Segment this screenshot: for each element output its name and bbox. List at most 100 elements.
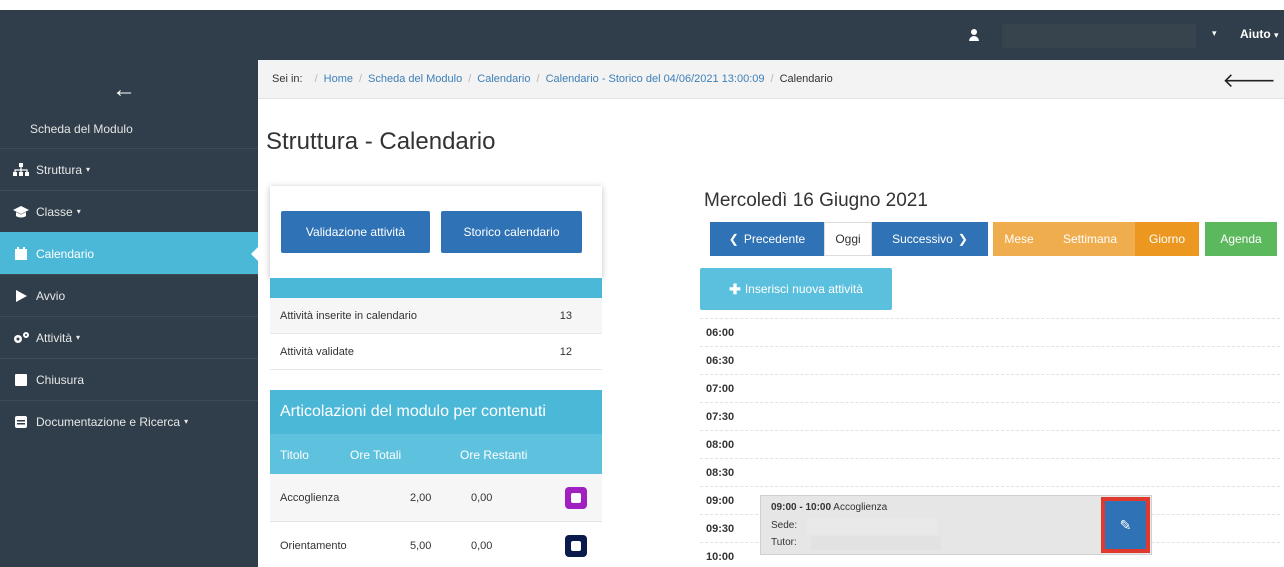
time-label: 09:00	[706, 495, 735, 507]
event-title: Accoglienza	[833, 502, 888, 513]
chevron-down-icon: ▾	[1274, 30, 1279, 40]
row-total: 2,00	[410, 492, 432, 504]
sidebar-item-label: Classe	[36, 204, 73, 219]
stat-label: Attività inserite in calendario	[280, 309, 417, 322]
plus-icon: ✚	[729, 280, 741, 297]
calendar-event[interactable]: 09:00 - 10:00 Accoglienza Sede: Tutor:	[760, 495, 1152, 555]
sidebar-item-documentazione[interactable]: Documentazione e Ricerca ▾	[0, 400, 258, 442]
time-label: 06:30	[706, 355, 735, 367]
breadcrumb-separator: /	[536, 73, 540, 85]
sidebar-item-chiusura[interactable]: Chiusura	[0, 358, 258, 400]
stats-header	[270, 278, 602, 298]
new-activity-label: Inserisci nuova attività	[744, 282, 863, 296]
sidebar-item-label: Attività	[36, 330, 73, 345]
event-tutor-redaction	[811, 536, 941, 550]
breadcrumb-link-storico[interactable]: Calendario - Storico del 04/06/2021 13:0…	[546, 73, 765, 85]
agenda-view-button[interactable]: Agenda	[1205, 222, 1277, 256]
event-sede-redaction	[807, 518, 937, 534]
pencil-icon: ✎	[1119, 516, 1132, 533]
today-button[interactable]: Oggi	[824, 222, 872, 256]
graduation-cap-icon	[12, 205, 30, 219]
row-total: 5,00	[410, 540, 432, 552]
event-tutor-label: Tutor:	[771, 537, 797, 548]
column-header-titolo: Titolo	[280, 448, 309, 462]
edit-event-button[interactable]: ✎	[1101, 497, 1150, 553]
help-menu[interactable]: Aiuto ▾	[1240, 27, 1279, 41]
previous-button[interactable]: ❮ Precedente	[710, 222, 824, 256]
articolazioni-title: Articolazioni del modulo per contenuti	[270, 390, 602, 434]
breadcrumb-separator: /	[314, 73, 318, 85]
stat-label: Attività validate	[280, 345, 354, 358]
time-label: 10:00	[706, 551, 735, 563]
row-title: Accoglienza	[280, 492, 340, 504]
time-label: 06:00	[706, 327, 735, 339]
next-label: Successivo	[892, 232, 953, 246]
chevron-right-icon: ❯	[957, 232, 968, 246]
sidebar-item-calendario[interactable]: Calendario	[0, 232, 259, 274]
time-slot[interactable]: 06:30	[700, 346, 1280, 374]
event-heading: 09:00 - 10:00 Accoglienza	[771, 502, 887, 513]
breadcrumb-separator: /	[770, 73, 774, 85]
sitemap-icon	[12, 162, 30, 177]
time-label: 07:00	[706, 383, 735, 395]
time-slot[interactable]: 07:00	[700, 374, 1280, 402]
month-view-button[interactable]: Mese	[993, 222, 1045, 256]
next-button[interactable]: Successivo ❯	[872, 222, 988, 256]
user-menu[interactable]	[968, 24, 983, 46]
chevron-down-icon[interactable]: ▾	[1212, 28, 1217, 39]
sidebar-title[interactable]: Scheda del Modulo	[30, 122, 133, 136]
sidebar-item-struttura[interactable]: Struttura ▾	[0, 148, 258, 190]
calendar-history-button[interactable]: Storico calendario	[441, 211, 582, 253]
chevron-left-icon: ❮	[728, 232, 739, 246]
articolazioni-header: Titolo Ore Totali Ore Restanti	[270, 434, 602, 474]
row-title: Orientamento	[280, 540, 347, 552]
breadcrumb-prefix: Sei in:	[272, 73, 303, 85]
stat-row: Attività inserite in calendario 13	[270, 298, 602, 334]
breadcrumb-link-calendario[interactable]: Calendario	[477, 73, 530, 85]
square-lines-icon	[12, 415, 30, 429]
square-icon	[12, 373, 30, 387]
sidebar-item-label: Struttura	[36, 162, 83, 177]
time-label: 09:30	[706, 523, 735, 535]
column-header-ore-restanti: Ore Restanti	[460, 448, 528, 462]
event-sede-label: Sede:	[771, 520, 798, 531]
time-label: 08:30	[706, 467, 735, 479]
sidebar-item-attivita[interactable]: Attività ▾	[0, 316, 258, 358]
back-arrow-icon[interactable]: ←	[112, 78, 136, 102]
user-icon	[968, 29, 980, 41]
day-view-button[interactable]: Giorno	[1135, 222, 1199, 256]
color-picker-button[interactable]	[565, 535, 587, 557]
table-row: Orientamento 5,00 0,00	[270, 522, 602, 567]
sidebar-item-label: Documentazione e Ricerca	[36, 414, 181, 429]
week-view-button[interactable]: Settimana	[1045, 222, 1135, 256]
sidebar-item-avvio[interactable]: Avvio	[0, 274, 258, 316]
time-slot[interactable]: 08:00	[700, 430, 1280, 458]
previous-label: Precedente	[743, 232, 806, 246]
time-slot[interactable]: 07:30	[700, 402, 1280, 430]
breadcrumb-current: Calendario	[779, 73, 833, 85]
validate-activities-button[interactable]: Validazione attività	[281, 211, 430, 253]
user-name-redaction	[1002, 24, 1196, 48]
time-slot[interactable]: 08:30	[700, 458, 1280, 486]
sidebar-item-classe[interactable]: Classe ▾	[0, 190, 258, 232]
breadcrumb: Sei in: / Home / Scheda del Modulo / Cal…	[258, 60, 1284, 99]
time-label: 08:00	[706, 439, 735, 451]
color-picker-button[interactable]	[565, 487, 587, 509]
sidebar-item-label: Avvio	[36, 288, 66, 303]
breadcrumb-link-scheda[interactable]: Scheda del Modulo	[368, 73, 462, 85]
back-arrow-icon[interactable]: 🡐	[1222, 68, 1276, 93]
time-label: 07:30	[706, 411, 735, 423]
new-activity-button[interactable]: ✚ Inserisci nuova attività	[700, 268, 892, 310]
column-header-ore-totali: Ore Totali	[350, 448, 402, 462]
chevron-down-icon: ▾	[184, 417, 189, 426]
calendar-date-title: Mercoledì 16 Giugno 2021	[704, 190, 928, 211]
breadcrumb-link-home[interactable]: Home	[324, 73, 353, 85]
row-remaining: 0,00	[471, 492, 493, 504]
calendar-icon	[12, 246, 30, 261]
help-label: Aiuto	[1240, 27, 1271, 41]
stat-row: Attività validate 12	[270, 334, 602, 370]
chevron-down-icon: ▾	[76, 333, 81, 342]
time-slot[interactable]: 06:00	[700, 318, 1280, 346]
stat-value: 13	[559, 309, 572, 322]
table-row: Accoglienza 2,00 0,00	[270, 474, 602, 522]
